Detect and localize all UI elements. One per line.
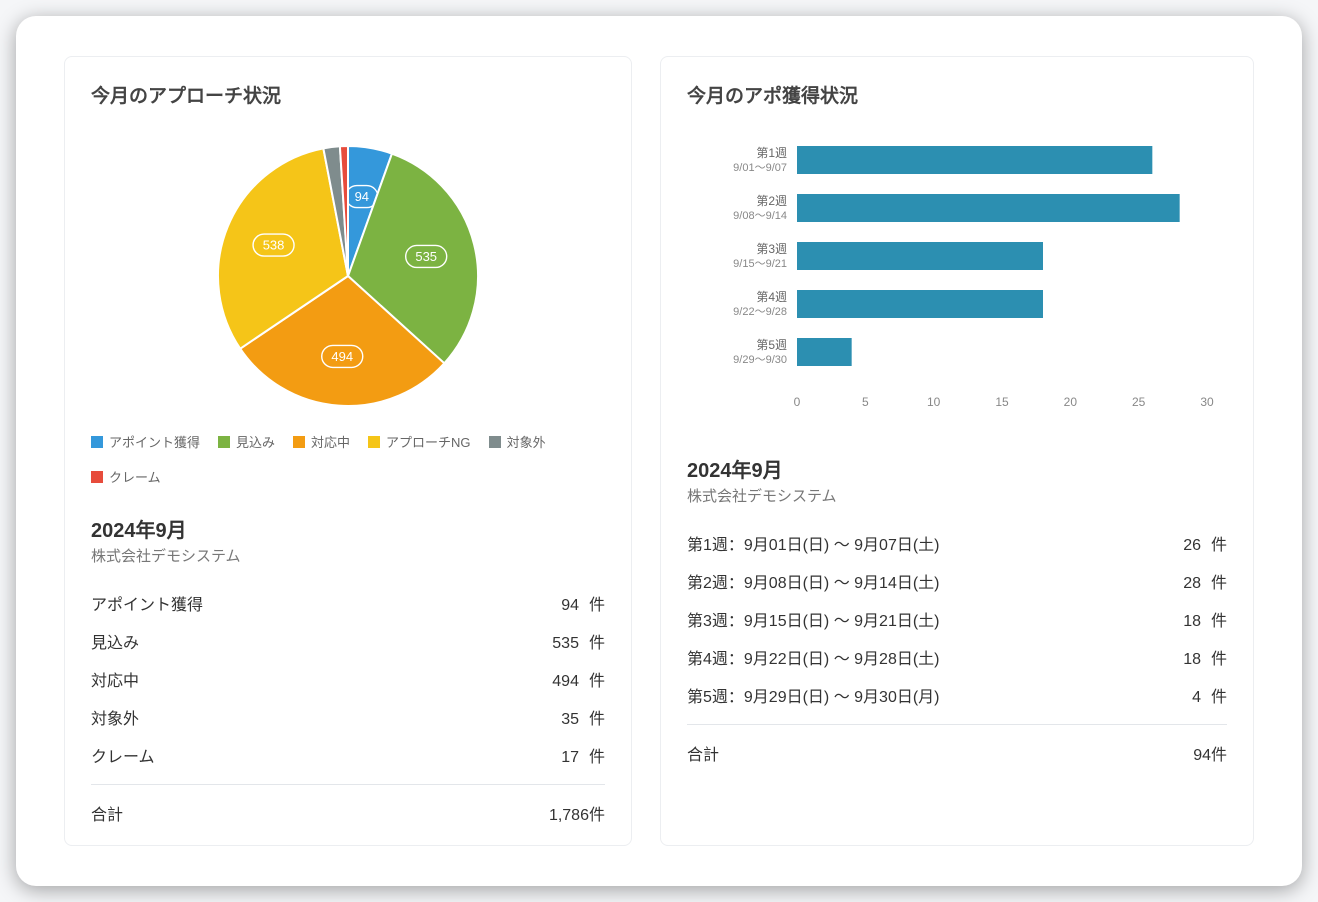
- table-row: 第5週：9月29日(日) ～ 9月30日(月)4件: [687, 676, 1227, 714]
- table-row: 対応中494件: [91, 660, 605, 698]
- table-row: アポイント獲得94件: [91, 584, 605, 622]
- swatch-ng: [368, 436, 380, 448]
- right-subheader: 2024年9月 株式会社デモシステム: [687, 454, 1227, 506]
- bar-svg: 0 5 10 15 20 25 30 第1週 9/01～9/07 第2週 9/08～9/14 第3週 9…: [687, 126, 1227, 426]
- legend-excluded: 対象外: [489, 432, 546, 451]
- svg-text:538: 538: [263, 238, 285, 253]
- legend-appoint: アポイント獲得: [91, 432, 200, 451]
- divider: [91, 784, 605, 785]
- bar-chart: 0 5 10 15 20 25 30 第1週 9/01～9/07 第2週 9/08～9/14 第3週 9…: [687, 126, 1227, 426]
- svg-text:第4週: 第4週: [756, 290, 787, 304]
- svg-text:5: 5: [862, 395, 869, 409]
- swatch-inprogress: [293, 436, 305, 448]
- right-total-row: 合計94件: [687, 731, 1227, 765]
- svg-text:9/15～9/21: 9/15～9/21: [733, 258, 787, 270]
- svg-text:第5週: 第5週: [756, 338, 787, 352]
- legend-inprogress: 対応中: [293, 432, 350, 451]
- left-table: アポイント獲得94件 見込み535件 対応中494件 対象外35件 クレーム17…: [91, 584, 605, 825]
- appointment-card-title: 今月のアポ獲得状況: [687, 81, 1227, 108]
- left-subheader: 2024年9月 株式会社デモシステム: [91, 514, 605, 566]
- svg-text:20: 20: [1064, 395, 1078, 409]
- svg-text:9/01～9/07: 9/01～9/07: [733, 162, 787, 174]
- swatch-claim: [91, 471, 103, 483]
- svg-text:第3週: 第3週: [756, 242, 787, 256]
- svg-text:494: 494: [331, 349, 353, 364]
- svg-text:15: 15: [995, 395, 1009, 409]
- table-row: 見込み535件: [91, 622, 605, 660]
- pie-chart: 94 535 494 538: [91, 126, 605, 426]
- table-row: 第1週：9月01日(日) ～ 9月07日(土)26件: [687, 524, 1227, 562]
- approach-card-title: 今月のアプローチ状況: [91, 81, 605, 108]
- right-table: 第1週：9月01日(日) ～ 9月07日(土)26件 第2週：9月08日(日) …: [687, 524, 1227, 765]
- legend-claim: クレーム: [91, 467, 161, 486]
- legend-lead: 見込み: [218, 432, 275, 451]
- table-row: 第2週：9月08日(日) ～ 9月14日(土)28件: [687, 562, 1227, 600]
- table-row: 第3週：9月15日(日) ～ 9月21日(土)18件: [687, 600, 1227, 638]
- table-row: クレーム17件: [91, 736, 605, 774]
- svg-text:10: 10: [927, 395, 941, 409]
- cards-row: 今月のアプローチ状況 94 535 494 538 アポイント獲得 見込み 対応中 ア…: [64, 56, 1254, 846]
- right-company: 株式会社デモシステム: [687, 485, 1227, 506]
- svg-text:第2週: 第2週: [756, 194, 787, 208]
- left-total-row: 合計1,786件: [91, 791, 605, 825]
- approach-status-card: 今月のアプローチ状況 94 535 494 538 アポイント獲得 見込み 対応中 ア…: [64, 56, 632, 846]
- pie-svg: 94 535 494 538: [198, 136, 498, 416]
- swatch-appoint: [91, 436, 103, 448]
- svg-text:9/29～9/30: 9/29～9/30: [733, 354, 787, 366]
- dashboard-container: 今月のアプローチ状況 94 535 494 538 アポイント獲得 見込み 対応中 ア…: [16, 16, 1302, 886]
- svg-text:535: 535: [415, 249, 437, 264]
- svg-text:0: 0: [794, 395, 801, 409]
- swatch-lead: [218, 436, 230, 448]
- pie-legend: アポイント獲得 見込み 対応中 アプローチNG 対象外 クレーム: [91, 426, 605, 504]
- table-row: 第4週：9月22日(日) ～ 9月28日(土)18件: [687, 638, 1227, 676]
- table-row: 対象外35件: [91, 698, 605, 736]
- svg-text:第1週: 第1週: [756, 146, 787, 160]
- svg-text:9/22～9/28: 9/22～9/28: [733, 306, 787, 318]
- divider: [687, 724, 1227, 725]
- appointment-status-card: 今月のアポ獲得状況 0 5 10 15 20 25 30 第1週 9/01～9/07 第2週 9/0…: [660, 56, 1254, 846]
- swatch-excluded: [489, 436, 501, 448]
- svg-text:25: 25: [1132, 395, 1146, 409]
- right-period: 2024年9月: [687, 454, 1227, 483]
- left-company: 株式会社デモシステム: [91, 545, 605, 566]
- left-period: 2024年9月: [91, 514, 605, 543]
- svg-text:9/08～9/14: 9/08～9/14: [733, 210, 787, 222]
- svg-text:30: 30: [1200, 395, 1214, 409]
- legend-ng: アプローチNG: [368, 432, 471, 451]
- svg-text:94: 94: [355, 189, 369, 204]
